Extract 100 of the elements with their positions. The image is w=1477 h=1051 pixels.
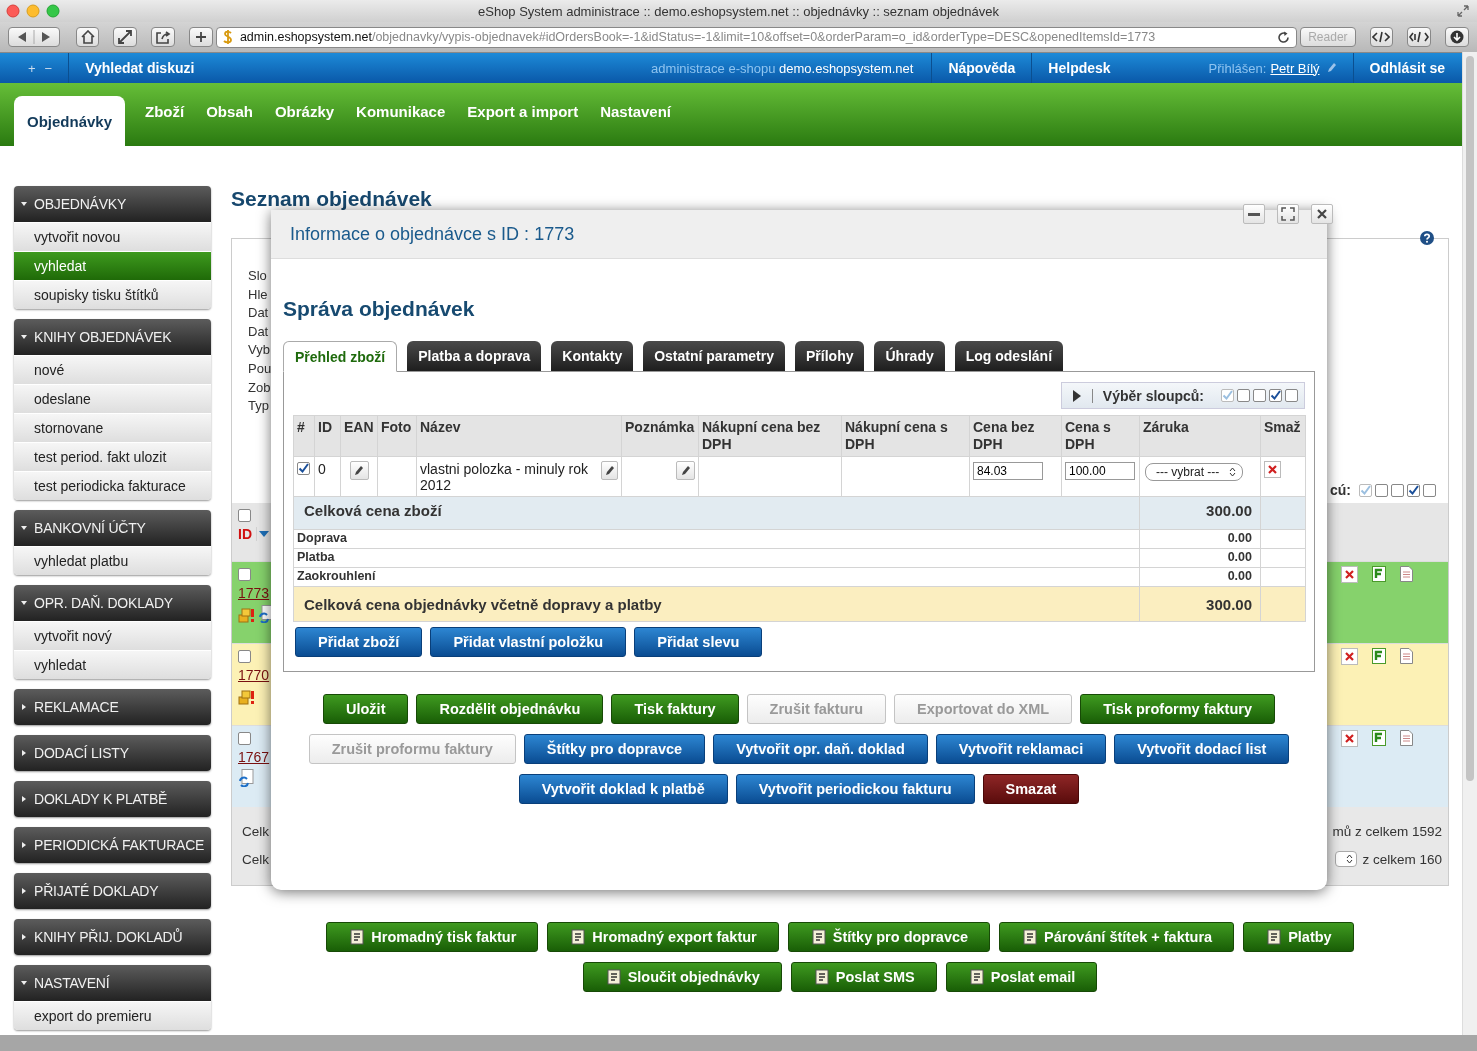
sidebar-section-header[interactable]: DOKLADY K PLATBĚ: [14, 781, 211, 817]
sidebar-item[interactable]: vyhledat: [14, 650, 211, 679]
action-button[interactable]: Tisk faktury: [611, 694, 739, 724]
back-forward-button[interactable]: [8, 27, 60, 47]
bulk-action-button[interactable]: Poslat SMS: [790, 962, 937, 992]
sidebar-section-header[interactable]: PŘIJATÉ DOKLADY: [14, 873, 211, 909]
add-button[interactable]: Přidat vlastní položku: [430, 627, 627, 657]
sidebar-item[interactable]: stornovane: [14, 413, 211, 442]
item-checkbox[interactable]: [297, 462, 310, 475]
tab[interactable]: Přehled zboží: [283, 341, 398, 372]
address-field[interactable]: admin.eshopsystem.net/objednavky/vypis-objednavek#idOrdersBook=-1&idStatus=-1&limit=10&offset=0&orderParam=o_id&orderType=DESC&openedItemsId=1773: [215, 26, 1298, 48]
fullscreen-icon[interactable]: [1457, 5, 1469, 17]
document-icon[interactable]: [1400, 730, 1413, 746]
search-discussion-link[interactable]: Vyhledat diskuzi: [69, 60, 211, 76]
home-button[interactable]: [75, 27, 100, 47]
column-checkbox[interactable]: [1269, 389, 1282, 402]
sidebar-section-header[interactable]: OPR. DAŇ. DOKLADY: [14, 585, 211, 621]
action-button[interactable]: Vytvořit opr. daň. doklad: [713, 734, 928, 764]
scrollbar[interactable]: [1462, 52, 1477, 1035]
delete-button[interactable]: [1341, 566, 1358, 583]
bulk-action-button[interactable]: Párování štítek + faktura: [999, 922, 1235, 952]
reload-icon[interactable]: [1277, 30, 1291, 44]
edit-button[interactable]: [601, 461, 618, 480]
sidebar-item[interactable]: export do premieru: [14, 1001, 211, 1030]
order-id-link[interactable]: 1770: [238, 667, 270, 683]
nav-tab[interactable]: Obsah: [195, 103, 264, 120]
delete-button[interactable]: [1341, 730, 1358, 747]
page-size-select[interactable]: [1335, 851, 1358, 867]
order-id-link[interactable]: 1773: [238, 585, 270, 601]
document-icon[interactable]: [1400, 566, 1413, 582]
invoice-icon[interactable]: [1372, 648, 1386, 664]
nav-tab[interactable]: Zboží: [134, 103, 196, 120]
delete-button[interactable]: [1341, 648, 1358, 665]
code-extension-button[interactable]: [1369, 27, 1394, 47]
close-button[interactable]: [1311, 204, 1333, 224]
nav-tab[interactable]: Objednávky: [14, 96, 126, 146]
minimize-button[interactable]: [1243, 204, 1265, 224]
sidebar-section-header[interactable]: PERIODICKÁ FAKTURACE: [14, 827, 211, 863]
sidebar-item[interactable]: test period. fakt ulozit: [14, 442, 211, 471]
bulk-action-button[interactable]: Hromadný export faktur: [547, 922, 779, 952]
warranty-select[interactable]: --- vybrat ---: [1145, 463, 1244, 481]
sidebar-item[interactable]: vyhledat platbu: [14, 546, 211, 575]
sidebar-section-header[interactable]: OBJEDNÁVKY: [14, 186, 211, 222]
tab[interactable]: Ostatní parametry: [643, 341, 785, 371]
price-field[interactable]: 84.03: [973, 462, 1043, 480]
sidebar-item[interactable]: vyhledat: [14, 251, 211, 280]
id-column-header[interactable]: ID: [238, 526, 252, 542]
pencil-icon[interactable]: [1325, 62, 1337, 74]
action-button[interactable]: Vytvořit periodickou fakturu: [735, 774, 975, 804]
nav-tab[interactable]: Nastavení: [589, 103, 683, 120]
action-button[interactable]: Vytvořit reklamaci: [935, 734, 1107, 764]
column-checkbox[interactable]: [1407, 483, 1420, 497]
sidebar-item[interactable]: vytvořit nový: [14, 621, 211, 650]
column-checkbox[interactable]: [1253, 389, 1266, 402]
sidebar-section-header[interactable]: NASTAVENÍ: [14, 965, 211, 1001]
column-checkbox[interactable]: [1237, 389, 1250, 402]
window-buttons-icon[interactable]: [6, 4, 62, 18]
sidebar-section-header[interactable]: KNIHY PŘIJ. DOKLADŮ: [14, 919, 211, 955]
bulk-action-button[interactable]: Hromadný tisk faktur: [326, 922, 539, 952]
order-id-link[interactable]: 1767: [238, 749, 270, 765]
action-button[interactable]: Rozdělit objednávku: [416, 694, 604, 724]
tab[interactable]: Kontakty: [551, 341, 634, 371]
sidebar-item[interactable]: odeslane: [14, 384, 211, 413]
column-checkbox[interactable]: [1423, 483, 1436, 497]
invoice-icon[interactable]: [1372, 730, 1386, 746]
delete-button[interactable]: [1264, 461, 1281, 478]
row-checkbox[interactable]: [238, 650, 251, 663]
action-button[interactable]: Štítky pro dopravce: [523, 734, 706, 764]
column-picker[interactable]: Výběr sloupců:: [1060, 382, 1305, 409]
sidebar-item[interactable]: vytvořit novou: [14, 222, 211, 251]
sidebar-section-header[interactable]: BANKOVNÍ ÚČTY: [14, 510, 211, 546]
add-button[interactable]: Přidat zboží: [295, 627, 423, 657]
add-button[interactable]: Přidat slevu: [634, 627, 763, 657]
nav-tab[interactable]: Komunikace: [345, 103, 457, 120]
expand-all-link[interactable]: +: [28, 60, 36, 76]
sidebar-item[interactable]: nové: [14, 355, 211, 384]
tab[interactable]: Úhrady: [874, 341, 945, 371]
new-tab-button[interactable]: [189, 27, 213, 47]
tab[interactable]: Platba a doprava: [407, 341, 542, 371]
maximize-button[interactable]: [1277, 204, 1299, 224]
sort-icon[interactable]: [256, 527, 270, 541]
row-checkbox[interactable]: [238, 732, 251, 745]
sidebar-item[interactable]: test periodicka fakturace: [14, 471, 211, 500]
action-button[interactable]: Vytvořit dodací list: [1114, 734, 1290, 764]
bulk-action-button[interactable]: Poslat email: [945, 962, 1098, 992]
edit-note-button[interactable]: [676, 461, 695, 480]
user-link[interactable]: Petr Bílý: [1270, 60, 1320, 76]
bulk-action-button[interactable]: Platby: [1243, 922, 1354, 952]
select-all-checkbox[interactable]: [238, 509, 251, 522]
price-field[interactable]: 100.00: [1065, 462, 1135, 480]
code-toggle-button[interactable]: [1407, 27, 1432, 47]
sidebar-section-header[interactable]: REKLAMACE: [14, 689, 211, 725]
sidebar-section-header[interactable]: KNIHY OBJEDNÁVEK: [14, 319, 211, 355]
document-icon[interactable]: [1400, 648, 1413, 664]
column-checkbox[interactable]: [1391, 483, 1404, 497]
tab[interactable]: Log odeslání: [954, 341, 1064, 371]
edit-button[interactable]: [349, 461, 369, 480]
nav-tab[interactable]: Obrázky: [263, 103, 346, 120]
share-button[interactable]: [151, 27, 176, 47]
sidebar-section-header[interactable]: DODACÍ LISTY: [14, 735, 211, 771]
